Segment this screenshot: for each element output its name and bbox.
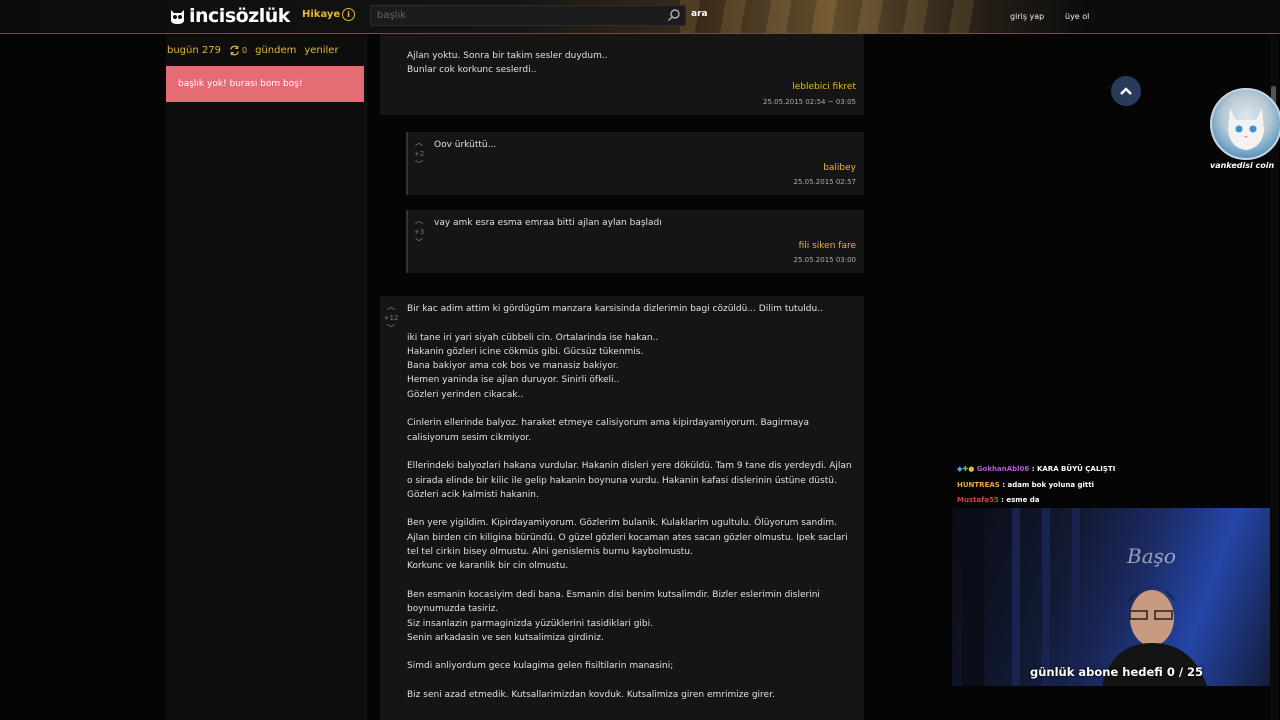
entry-date[interactable]: 25.05.2015 02:54 ~ 03:05 — [763, 98, 856, 106]
chat-text: : esme da — [998, 496, 1040, 504]
vote-widget: ︿ +3 ﹀ — [410, 216, 428, 248]
chat-username: Mustafa55 — [957, 496, 999, 504]
entry-author[interactable]: leblebici fikret — [792, 82, 856, 92]
cat-name-label: vankedisi coin — [1210, 161, 1275, 170]
search-icon[interactable] — [667, 8, 681, 22]
chat-message: ◆✚● GokhanAbl06 : KARA BÜYÜ ÇALIŞTI — [957, 465, 1116, 473]
logo-text: incisözlük — [189, 5, 290, 27]
chat-username: GokhanAbl06 — [976, 465, 1030, 473]
signup-link[interactable]: üye ol — [1065, 12, 1089, 21]
chat-text: : KARA BÜYÜ ÇALIŞTI — [1029, 465, 1116, 473]
comment-author[interactable]: balibey — [823, 163, 856, 173]
chat-message: Mustafa55 : esme da — [957, 496, 1040, 504]
subscriber-goal: günlük abone hedefi 0 / 25 — [1030, 665, 1204, 679]
sidebar-stats: bugün 279 0 gündem yeniler — [167, 45, 339, 56]
upvote-icon[interactable]: ︿ — [382, 302, 400, 312]
vote-count: +3 — [413, 228, 425, 236]
svg-text:Başo: Başo — [1126, 544, 1176, 568]
entry-card: ︿ +12 ﹀ Bir kac adim attim ki gördügüm m… — [380, 296, 864, 720]
yeniler-link[interactable]: yeniler — [304, 45, 338, 56]
entry-card: Ajlan yoktu. Sonra bir takim sesler duyd… — [380, 34, 864, 115]
vote-widget: ︿ +12 ﹀ — [382, 302, 400, 334]
refresh-icon — [230, 45, 239, 56]
streamer-silhouette: Başo — [962, 508, 1207, 686]
vote-count: +12 — [383, 314, 399, 322]
comment-date[interactable]: 25.05.2015 03:00 — [794, 256, 856, 264]
search-input[interactable] — [370, 5, 686, 26]
comment-author[interactable]: fili siken fare — [799, 241, 856, 251]
gundem-link[interactable]: gündem — [255, 45, 296, 56]
chat-message: HUNTREAS : adam bok yoluna gitti — [957, 481, 1094, 489]
upvote-icon[interactable]: ︿ — [410, 216, 428, 226]
hikaye-link[interactable]: Hikaye — [302, 9, 340, 20]
vote-widget: ︿ +2 ﹀ — [410, 138, 428, 170]
refresh-button[interactable]: 0 — [229, 45, 247, 56]
header-banner — [680, 0, 980, 33]
downvote-icon[interactable]: ﹀ — [410, 238, 428, 248]
webcam-overlay: Başo — [952, 508, 1270, 686]
entry-text: Bir kac adim attim ki gördügüm manzara k… — [407, 304, 852, 701]
today-link[interactable]: bugün 279 — [167, 45, 221, 56]
comment-date[interactable]: 25.05.2015 02:57 — [794, 178, 856, 186]
comment-text: vay amk esra esma emraa bitti ajlan ayla… — [434, 218, 662, 228]
comment-text: Oov ürküttü... — [434, 140, 497, 150]
entry-text: Ajlan yoktu. Sonra bir takim sesler duyd… — [407, 51, 608, 76]
refresh-count: 0 — [241, 46, 248, 55]
cat-icon — [1228, 108, 1264, 150]
comment-card: ︿ +3 ﹀ vay amk esra esma emraa bitti ajl… — [408, 210, 864, 273]
scroll-to-top-button[interactable] — [1111, 76, 1141, 106]
left-sidebar — [166, 34, 366, 720]
login-link[interactable]: giriş yap — [1010, 12, 1044, 21]
chevron-up-icon — [1120, 87, 1132, 95]
chat-username: HUNTREAS — [957, 481, 1000, 489]
search-button[interactable]: ara — [691, 9, 708, 19]
cat-avatar — [1210, 88, 1280, 160]
info-icon[interactable]: i — [342, 8, 355, 21]
empty-topic-message: başlık yok! burası bom boş! — [166, 66, 364, 102]
downvote-icon[interactable]: ﹀ — [382, 324, 400, 334]
comment-card: ︿ +2 ﹀ Oov ürküttü... balibey 25.05.2015… — [408, 132, 864, 195]
column-divider — [366, 34, 367, 720]
site-logo[interactable]: incisözlük — [170, 5, 290, 27]
downvote-icon[interactable]: ﹀ — [410, 160, 428, 170]
upvote-icon[interactable]: ︿ — [410, 138, 428, 148]
owl-icon — [171, 9, 184, 24]
vote-count: +2 — [413, 150, 425, 158]
chat-text: : adam bok yoluna gitti — [999, 481, 1094, 489]
